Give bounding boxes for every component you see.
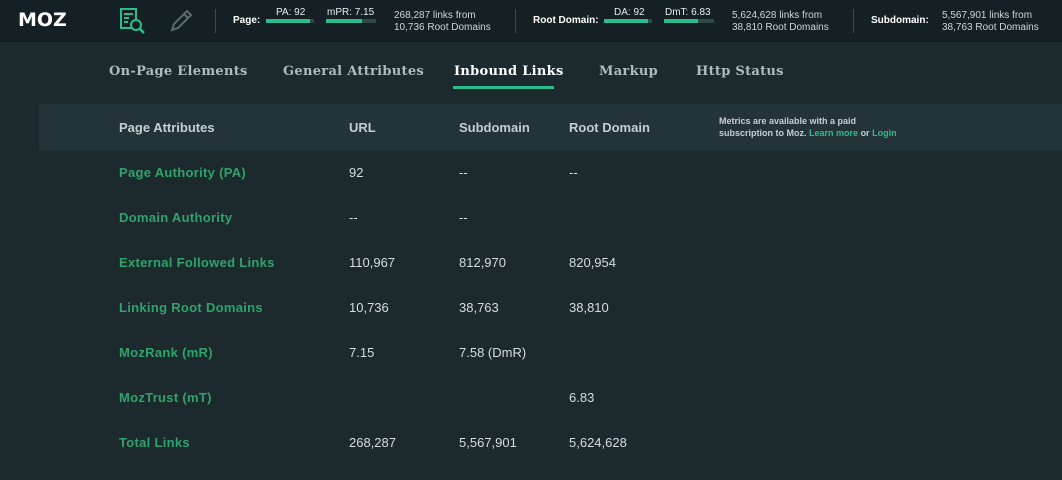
row-attribute: Page Authority (PA) bbox=[119, 165, 247, 180]
pa-value: PA: 92 bbox=[276, 7, 306, 18]
login-link[interactable]: Login bbox=[872, 128, 897, 138]
paid-metrics-notice: Metrics are available with a paid subscr… bbox=[719, 116, 897, 138]
table-row: Page Authority (PA) 92 -- -- bbox=[0, 165, 1062, 210]
subdomain-metrics-label: Subdomain: bbox=[871, 15, 929, 26]
row-root-domain-value: 5,624,628 bbox=[569, 435, 627, 450]
active-tab-indicator bbox=[453, 86, 554, 89]
moz-logo: MOZ bbox=[18, 9, 67, 31]
page-links-summary: 268,287 links from 10,736 Root Domains bbox=[394, 10, 491, 33]
root-domain-metrics-label: Root Domain: bbox=[533, 15, 599, 26]
tab-inbound-links[interactable]: Inbound Links bbox=[454, 64, 564, 79]
table-row: Linking Root Domains 10,736 38,763 38,81… bbox=[0, 300, 1062, 345]
mpr-bar bbox=[326, 19, 376, 23]
toolbar-divider bbox=[215, 9, 216, 33]
row-subdomain-value: 812,970 bbox=[459, 255, 506, 270]
page-metrics-label: Page: bbox=[233, 15, 261, 26]
row-subdomain-value: 7.58 (DmR) bbox=[459, 345, 527, 360]
header-subdomain: Subdomain bbox=[459, 120, 530, 135]
row-attribute: MozRank (mR) bbox=[119, 345, 213, 360]
pencil-icon bbox=[170, 9, 193, 32]
pa-bar bbox=[266, 19, 314, 23]
header-root-domain: Root Domain bbox=[569, 120, 650, 135]
row-subdomain-value: -- bbox=[459, 165, 468, 180]
tab-bar: On-Page Elements General Attributes Inbo… bbox=[0, 42, 1062, 100]
table-header: Page Attributes URL Subdomain Root Domai… bbox=[39, 104, 1062, 150]
row-url-value: 7.15 bbox=[349, 345, 375, 360]
row-root-domain-value: 38,810 bbox=[569, 300, 609, 315]
dmt-bar bbox=[664, 19, 714, 23]
row-url-value: -- bbox=[349, 210, 358, 225]
row-url-value: 268,287 bbox=[349, 435, 396, 450]
table-row: Domain Authority -- -- bbox=[0, 210, 1062, 255]
page-analysis-button[interactable] bbox=[117, 6, 147, 36]
row-url-value: 110,967 bbox=[349, 255, 396, 270]
toolbar-divider bbox=[853, 9, 854, 33]
highlight-button[interactable] bbox=[166, 6, 196, 36]
tab-on-page-elements[interactable]: On-Page Elements bbox=[109, 64, 248, 79]
row-attribute: Domain Authority bbox=[119, 210, 233, 225]
row-subdomain-value: 5,567,901 bbox=[459, 435, 517, 450]
table-row: MozTrust (mT) 6.83 bbox=[0, 390, 1062, 435]
search-doc-icon bbox=[120, 8, 145, 34]
dmt-value: DmT: 6.83 bbox=[665, 7, 711, 18]
table-row: MozRank (mR) 7.15 7.58 (DmR) bbox=[0, 345, 1062, 390]
tab-markup[interactable]: Markup bbox=[599, 64, 658, 79]
da-bar bbox=[604, 19, 652, 23]
row-url-value: 92 bbox=[349, 165, 364, 180]
toolbar-divider bbox=[515, 9, 516, 33]
row-attribute: Total Links bbox=[119, 435, 190, 450]
row-subdomain-value: 38,763 bbox=[459, 300, 499, 315]
row-root-domain-value: 6.83 bbox=[569, 390, 595, 405]
root-domain-links-summary: 5,624,628 links from 38,810 Root Domains bbox=[732, 10, 829, 33]
row-attribute: External Followed Links bbox=[119, 255, 275, 270]
row-root-domain-value: 820,954 bbox=[569, 255, 616, 270]
header-url: URL bbox=[349, 120, 376, 135]
row-subdomain-value: -- bbox=[459, 210, 468, 225]
da-value: DA: 92 bbox=[614, 7, 645, 18]
mpr-value: mPR: 7.15 bbox=[327, 7, 375, 18]
tab-general-attributes[interactable]: General Attributes bbox=[283, 64, 424, 79]
header-page-attributes: Page Attributes bbox=[119, 120, 215, 135]
row-root-domain-value: -- bbox=[569, 165, 578, 180]
table-row: Total Links 268,287 5,567,901 5,624,628 bbox=[0, 435, 1062, 480]
subdomain-links-summary: 5,567,901 links from 38,763 Root Domains bbox=[942, 10, 1039, 33]
row-url-value: 10,736 bbox=[349, 300, 389, 315]
row-attribute: MozTrust (mT) bbox=[119, 390, 212, 405]
learn-more-link[interactable]: Learn more bbox=[809, 128, 858, 138]
tab-http-status[interactable]: Http Status bbox=[696, 64, 784, 79]
table-row: External Followed Links 110,967 812,970 … bbox=[0, 255, 1062, 300]
row-attribute: Linking Root Domains bbox=[119, 300, 263, 315]
moz-toolbar: MOZ Page: PA: 92 mPR: 7.15 268,287 links… bbox=[0, 0, 1062, 42]
